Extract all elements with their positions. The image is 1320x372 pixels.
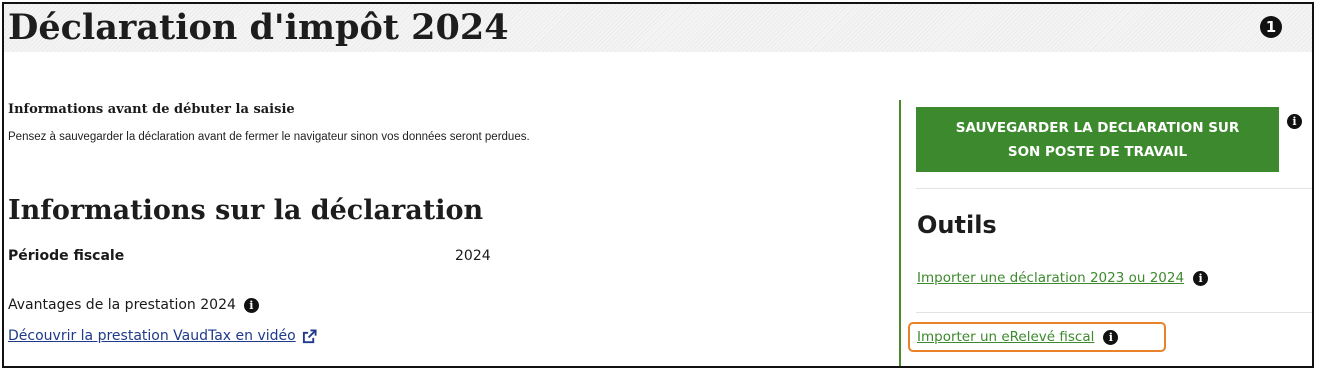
tools-title: Outils	[917, 211, 997, 239]
vaudtax-video-link[interactable]: Découvrir la prestation VaudTax en vidéo	[8, 326, 317, 346]
fiscal-period-label: Période fiscale	[8, 248, 125, 264]
intro-heading: Informations avant de débuter la saisie	[8, 102, 295, 117]
page-header: Déclaration d'impôt 2024 1	[4, 4, 1312, 52]
import-declaration-info-icon[interactable]: i	[1193, 270, 1209, 286]
vaudtax-video-link-label: Découvrir la prestation VaudTax en vidéo	[8, 328, 296, 344]
import-declaration-link[interactable]: Importer une déclaration 2023 ou 2024	[917, 268, 1184, 288]
declaration-section-title: Informations sur la déclaration	[8, 195, 484, 226]
page-title: Déclaration d'impôt 2024	[8, 7, 509, 48]
sidebar-separator	[916, 312, 1312, 313]
benefits-info-icon[interactable]: i	[243, 297, 259, 313]
page-frame: Déclaration d'impôt 2024 1 Informations …	[2, 2, 1314, 368]
sidebar-separator	[916, 188, 1312, 189]
save-info-icon[interactable]: i	[1287, 114, 1302, 129]
import-ereleve-row: Importer un eRelevé fiscal i	[917, 327, 1119, 347]
benefits-label: Avantages de la prestation 2024	[8, 297, 236, 313]
external-link-icon	[302, 328, 317, 343]
sidebar-divider	[899, 100, 901, 366]
import-ereleve-info-icon[interactable]: i	[1103, 329, 1119, 345]
benefits-row: Avantages de la prestation 2024 i	[8, 295, 259, 315]
import-declaration-row: Importer une déclaration 2023 ou 2024 i	[917, 268, 1209, 288]
import-ereleve-link[interactable]: Importer un eRelevé fiscal	[917, 327, 1094, 347]
intro-text: Pensez à sauvegarder la déclaration avan…	[8, 131, 530, 143]
save-declaration-button[interactable]: SAUVEGARDER LA DECLARATION SUR SON POSTE…	[916, 107, 1279, 172]
fiscal-period-value: 2024	[455, 248, 491, 264]
step-number-badge: 1	[1260, 16, 1282, 38]
